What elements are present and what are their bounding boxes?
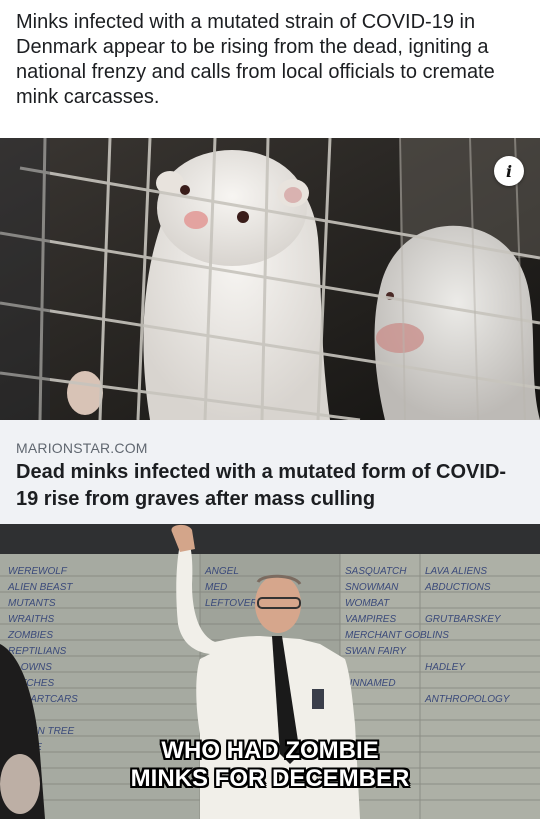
info-icon[interactable]: i (494, 156, 524, 186)
board-entry: ANGEL (204, 566, 239, 577)
meme-caption-line1: WHO HAD ZOMBIE (161, 737, 379, 764)
board-entry: UNNAMED (345, 678, 396, 689)
meme-caption-line2: MINKS FOR DECEMBER (130, 765, 410, 792)
board-entry: LAVA ALIENS (425, 566, 487, 577)
meme-image: WEREWOLF ALIEN BEAST MUTANTS WRAITHS ZOMBIES… (0, 524, 540, 819)
post-text: Minks infected with a mutated strain of … (16, 11, 495, 108)
link-domain: MARIONSTAR.COM (16, 440, 148, 456)
board-entry: WOMBAT (345, 598, 390, 609)
board-entry: GRUTBARSKEY (425, 614, 502, 625)
board-entry: MERCHANT GOBLINS (345, 630, 449, 641)
board-entry: SASQUATCH (345, 566, 407, 577)
board-entry: MED (205, 582, 227, 593)
board-entry: ABDUCTIONS (424, 582, 491, 593)
link-preview-card[interactable]: MARIONSTAR.COM Dead minks infected with … (0, 420, 540, 524)
link-title[interactable]: Dead minks infected with a mutated form … (16, 459, 516, 513)
board-entry: REPTILIANS (8, 646, 67, 657)
info-glyph: i (505, 161, 513, 181)
board-entry: WEREWOLF (8, 566, 68, 577)
board-entry: HADLEY (425, 662, 466, 673)
mink-cage-photo (0, 138, 540, 420)
board-entry: LEFTOVER (205, 598, 258, 609)
board-entry: SNOWMAN (345, 582, 399, 593)
board-entry: SWAN FAIRY (345, 646, 407, 657)
board-entry: ANTHROPOLOGY (424, 694, 511, 705)
board-entry: ZOMBIES (7, 630, 53, 641)
board-entry: ALIEN BEAST (7, 582, 73, 593)
board-entry: VAMPIRES (345, 614, 396, 625)
link-preview-image[interactable]: i (0, 138, 540, 420)
board-entry: WRAITHS (8, 614, 54, 625)
board-entry: MUTANTS (8, 598, 56, 609)
